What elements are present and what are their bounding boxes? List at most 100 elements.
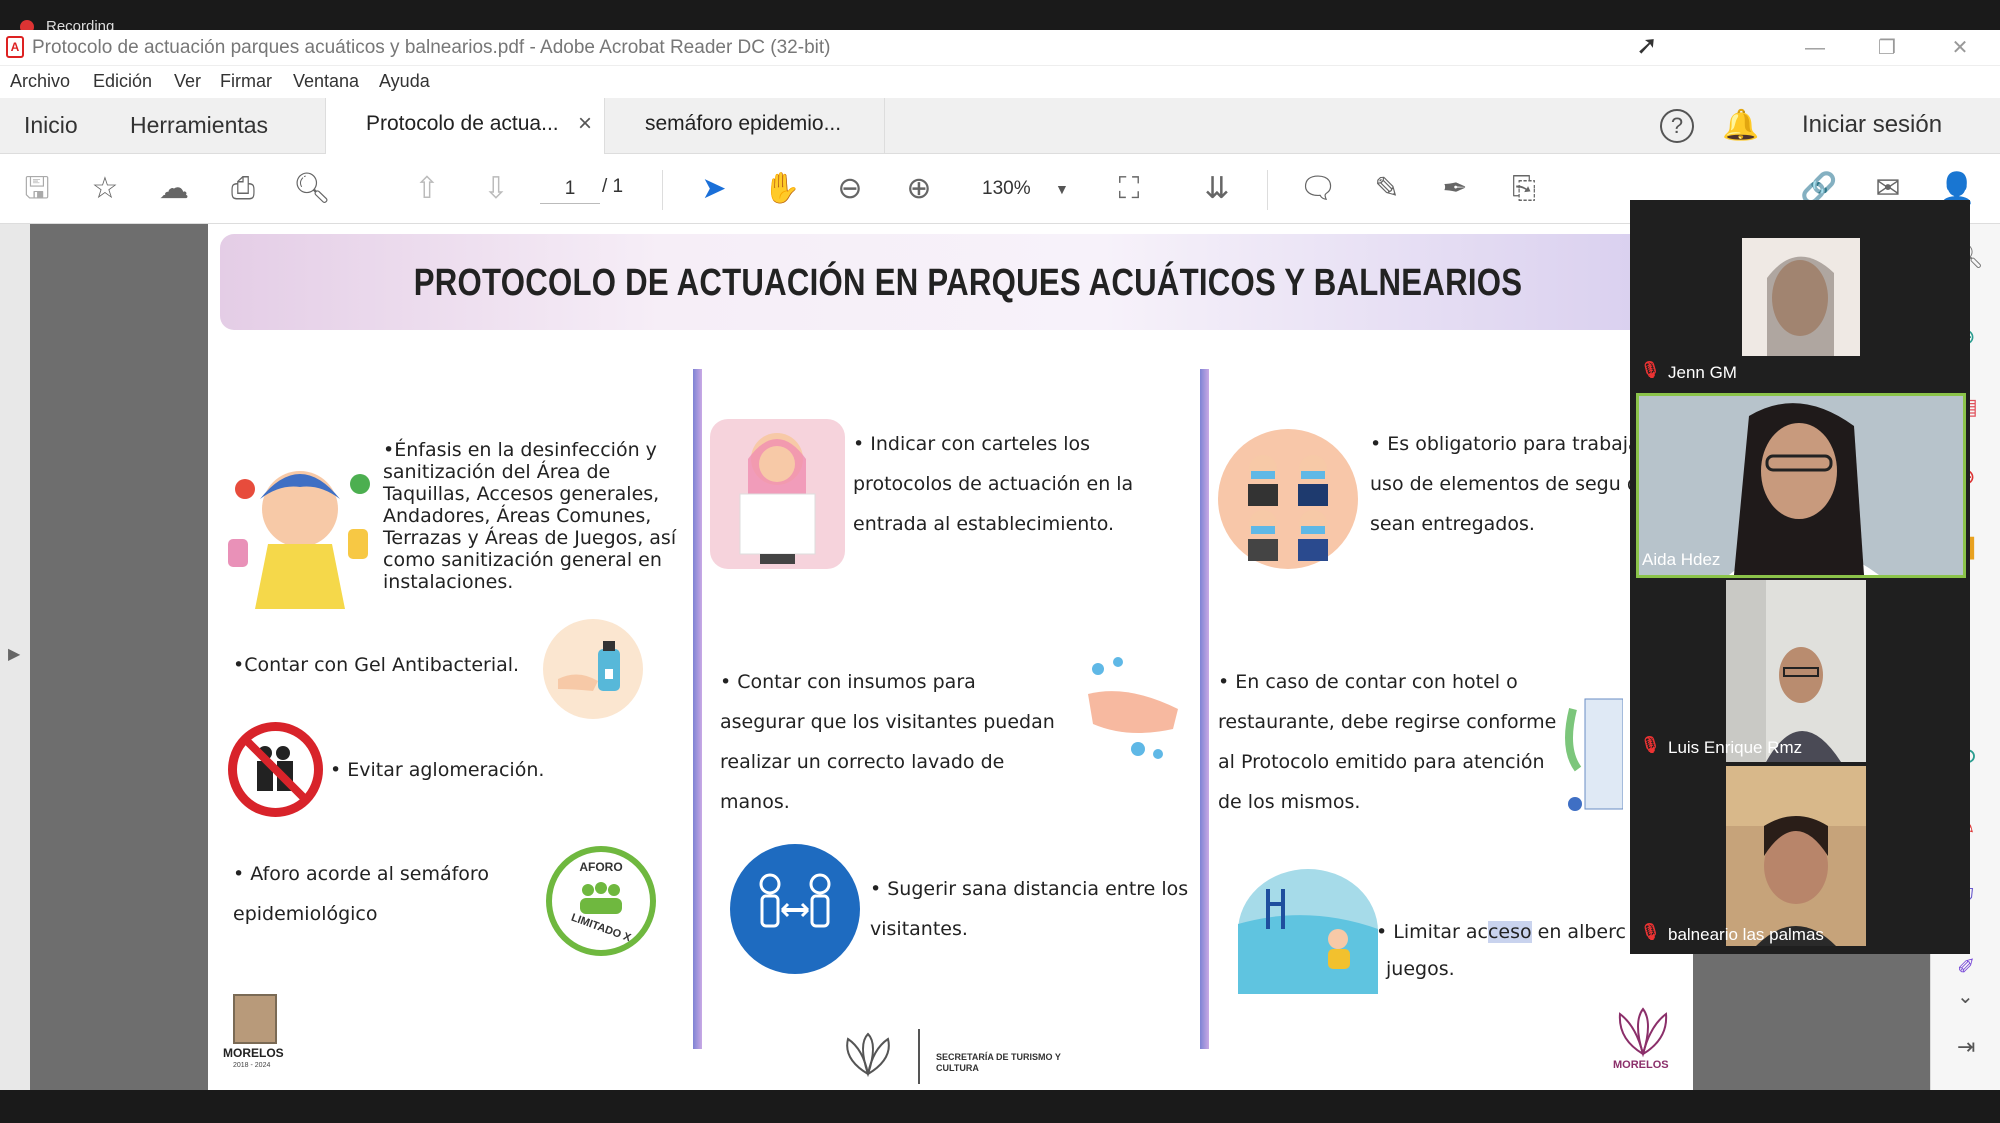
mouse-cursor-icon: ➚ <box>1636 30 1658 60</box>
window-title: Protocolo de actuación parques acuáticos… <box>32 37 831 58</box>
girl-with-sign-illustration <box>710 419 845 569</box>
print-icon[interactable]: ⎙ <box>224 170 262 208</box>
column-divider <box>693 369 702 1049</box>
pdf-title: PROTOCOLO DE ACTUACIÓN EN PARQUES ACUÁTI… <box>413 262 1523 304</box>
page-total: / 1 <box>602 176 624 197</box>
social-distance-icon <box>730 844 860 974</box>
cloud-upload-icon[interactable]: ☁ <box>155 170 193 208</box>
collapse-pane-icon[interactable]: ⇥ <box>1957 1034 1975 1060</box>
highlight-pen-icon[interactable]: ✎ <box>1368 170 1406 208</box>
menu-firmar[interactable]: Firmar <box>220 71 272 92</box>
no-crowd-icon <box>228 722 323 817</box>
select-cursor-icon[interactable]: ➤ <box>695 170 733 208</box>
page-number-input[interactable]: 1 <box>540 174 600 204</box>
participant-name: Luis Enrique Rmz <box>1668 738 1803 757</box>
masked-workers-icon <box>1218 429 1358 569</box>
video-gallery-panel[interactable]: 🎙︎ Jenn GM Aida Hdez 🎙︎ Luis Enrique Rmz… <box>1630 200 1970 954</box>
turismo-logo-text: SECRETARÍA DE TURISMO Y CULTURA <box>936 1052 1061 1073</box>
col1-item2-text: •Contar con Gel Antibacterial. <box>233 654 520 676</box>
col3-item3-part: en alberc <box>1531 921 1626 943</box>
hand-tool-icon[interactable]: ✋ <box>763 170 801 208</box>
toolbar-divider <box>1267 170 1268 210</box>
morelos-flower-icon <box>1618 1007 1668 1058</box>
turismo-flower-logo <box>838 1029 898 1079</box>
participant-video <box>1742 238 1860 356</box>
col3-item3-part: • Limitar ac <box>1376 921 1488 943</box>
chevron-down-icon[interactable]: ▼ <box>1055 174 1069 204</box>
toolbar-divider <box>662 170 663 210</box>
bottom-bar <box>0 1090 2000 1123</box>
aforo-badge-top: AFORO <box>579 860 623 874</box>
cleaning-lady-illustration <box>220 429 380 619</box>
minimize-icon[interactable]: — <box>1785 30 1845 66</box>
menu-archivo[interactable]: Archivo <box>10 71 70 92</box>
zoom-in-icon[interactable]: ⊕ <box>900 170 938 208</box>
col2-item3-text: • Sugerir sana distancia entre los visit… <box>870 878 1189 940</box>
scroll-mode-icon[interactable]: ⇊ <box>1198 170 1236 208</box>
pdf-page: PROTOCOLO DE ACTUACIÓN EN PARQUES ACUÁTI… <box>208 224 1693 1090</box>
next-page-icon[interactable]: ⇩ <box>477 170 515 208</box>
morelos-logo-text: MORELOS <box>223 1046 284 1060</box>
morelos-logo-years: 2018 - 2024 <box>233 1062 271 1069</box>
expand-panel-icon[interactable]: ▶ <box>8 644 20 664</box>
fit-page-icon[interactable]: ⛶ <box>1110 170 1148 208</box>
menu-ventana[interactable]: Ventana <box>293 71 359 92</box>
col2-item2-text: • Contar con insumos para asegurar que l… <box>720 671 1055 813</box>
restore-icon[interactable]: ❐ <box>1857 30 1917 66</box>
morelos-logo-left: MORELOS 2018 - 2024 <box>223 994 284 1079</box>
muted-mic-icon: 🎙︎ <box>1640 362 1661 379</box>
participant-name: Jenn GM <box>1668 363 1737 382</box>
close-window-icon[interactable]: ✕ <box>1930 30 1990 66</box>
pool-illustration <box>1238 869 1378 994</box>
tab-document-label: Protocolo de actua... <box>366 112 559 135</box>
col1-item1-text: •Énfasis en la desinfección y sanitizaci… <box>383 439 677 593</box>
hand-sanitizer-icon <box>543 619 643 719</box>
tab-close-icon[interactable]: × <box>578 110 592 138</box>
zoom-out-icon[interactable]: ⊖ <box>831 170 869 208</box>
tab-herramientas[interactable]: Herramientas <box>130 112 268 139</box>
tab-bar: Inicio Herramientas Protocolo de actua..… <box>0 98 2000 154</box>
signin-button[interactable]: Iniciar sesión <box>1802 111 1942 139</box>
menu-edicion[interactable]: Edición <box>93 71 152 92</box>
participant-name: Aida Hdez <box>1642 550 1721 569</box>
help-icon[interactable]: ? <box>1660 109 1694 143</box>
col1-item4-text: • Aforo acorde al semáforo epidemiológic… <box>233 863 489 925</box>
search-zoom-icon[interactable]: 🔍︎ <box>293 170 331 208</box>
col2-item1-text: • Indicar con carteles los protocolos de… <box>853 433 1134 535</box>
sign-icon[interactable]: ✒ <box>1436 170 1474 208</box>
notification-bell-icon[interactable]: 🔔 <box>1722 108 1759 143</box>
fill-sign-icon[interactable]: ⎘ <box>1505 170 1543 208</box>
column-divider <box>1200 369 1209 1049</box>
more-tools-icon[interactable]: ✐ <box>1957 954 1975 980</box>
tab-document-label: semáforo epidemio... <box>645 112 842 135</box>
left-panel-strip: ▶ <box>0 224 30 1090</box>
bookmark-star-icon[interactable]: ☆ <box>86 170 124 208</box>
prev-page-icon[interactable]: ⇧ <box>408 170 446 208</box>
chevron-down-icon[interactable]: ⌄ <box>1957 984 1974 1009</box>
acrobat-icon: A <box>6 36 24 58</box>
tab-document-protocolo[interactable]: Protocolo de actua... × <box>325 98 605 154</box>
participant-video <box>1726 580 1866 762</box>
tab-inicio[interactable]: Inicio <box>24 112 78 139</box>
menu-ayuda[interactable]: Ayuda <box>379 71 430 92</box>
muted-mic-icon: 🎙︎ <box>1640 737 1661 754</box>
aforo-limitado-badge: AFORO LIMITADO X <box>546 846 656 956</box>
participant-name: balneario las palmas <box>1668 925 1824 944</box>
tab-document-semaforo[interactable]: semáforo epidemio... <box>605 98 885 154</box>
hotel-illustration <box>1563 689 1624 819</box>
menu-ver[interactable]: Ver <box>174 71 201 92</box>
morelos-seal-icon <box>233 994 277 1044</box>
recording-bar: Recording <box>0 0 2000 35</box>
morelos-logo-right-text: MORELOS <box>1613 1059 1669 1071</box>
muted-mic-icon: 🎙︎ <box>1640 924 1661 941</box>
comment-icon[interactable]: 🗨 <box>1299 170 1337 208</box>
window-titlebar: A Protocolo de actuación parques acuátic… <box>0 30 2000 66</box>
logo-divider <box>918 1029 920 1084</box>
morelos-logo-right: MORELOS <box>1608 1004 1688 1084</box>
save-icon[interactable]: 🖫 <box>18 170 56 208</box>
col3-item2-text: • En caso de contar con hotel o restaura… <box>1218 671 1557 813</box>
selected-text-highlight: ceso <box>1487 921 1532 943</box>
col1-item3-text: • Evitar aglomeración. <box>330 759 545 781</box>
participant-video <box>1726 766 1866 946</box>
hand-washing-icon <box>1078 654 1188 764</box>
